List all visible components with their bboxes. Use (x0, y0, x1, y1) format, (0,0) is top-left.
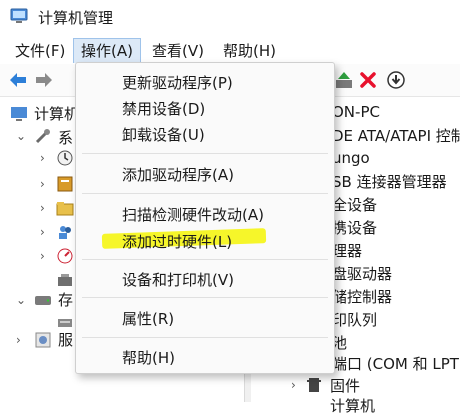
menu-item-properties[interactable]: 属性(R) (122, 308, 174, 329)
tree-root-label[interactable]: 计算机 (34, 103, 79, 124)
device-item[interactable]: 理器 (332, 240, 362, 261)
menu-item-disable-device[interactable]: 禁用设备(D) (122, 98, 205, 119)
window-title: 计算机管理 (38, 9, 114, 27)
chevron-right-icon[interactable]: › (40, 151, 45, 165)
device-item[interactable]: 固件 (330, 375, 360, 396)
menu-item-uninstall-device[interactable]: 卸载设备(U) (122, 124, 205, 145)
menu-item-devices-printers[interactable]: 设备和打印机(V) (122, 269, 234, 290)
device-item[interactable]: 储控制器 (332, 286, 392, 307)
device-item[interactable]: 印队列 (332, 309, 377, 330)
menu-item-help[interactable]: 帮助(H) (122, 347, 175, 368)
device-item[interactable]: DE ATA/ATAPI 控制 (332, 125, 460, 146)
chevron-right-icon[interactable]: › (40, 177, 45, 191)
menu-file[interactable]: 文件(F) (8, 39, 72, 63)
menu-item-scan-hardware[interactable]: 扫描检测硬件改动(A) (122, 204, 264, 225)
menu-item-add-legacy-hardware[interactable]: 添加过时硬件(L) (122, 231, 232, 252)
forward-arrow-icon[interactable] (34, 70, 54, 90)
menu-separator (82, 153, 328, 154)
event-viewer-icon (57, 176, 73, 192)
system-tools-icon (35, 129, 50, 144)
enable-device-icon[interactable] (334, 70, 354, 90)
menu-item-update-driver[interactable]: 更新驱动程序(P) (122, 72, 233, 93)
menu-action[interactable]: 操作(A) (73, 38, 141, 63)
menu-separator (82, 337, 328, 338)
chevron-right-icon[interactable]: › (40, 225, 45, 239)
chevron-right-icon[interactable]: › (40, 249, 45, 263)
chevron-right-icon[interactable]: › (16, 333, 21, 347)
chevron-down-icon[interactable]: ⌄ (16, 129, 26, 143)
delete-icon[interactable] (358, 70, 378, 90)
title-bar: 计算机管理 (0, 0, 460, 34)
firmware-icon (307, 378, 321, 392)
computer-icon (11, 107, 27, 121)
chevron-right-icon[interactable]: › (40, 201, 45, 215)
device-item[interactable]: 计算机 (330, 395, 375, 416)
action-dropdown-menu: 更新驱动程序(P) 禁用设备(D) 卸载设备(U) 添加驱动程序(A) 扫描检测… (75, 62, 335, 374)
back-arrow-icon[interactable] (8, 70, 28, 90)
device-item[interactable]: SB 连接器管理器 (332, 171, 447, 192)
shared-folders-icon (56, 202, 74, 216)
tree-system-label[interactable]: 系 (58, 127, 73, 148)
menu-help[interactable]: 帮助(H) (216, 39, 283, 63)
menu-separator (82, 193, 328, 194)
task-scheduler-icon (57, 150, 73, 166)
update-driver-icon[interactable] (386, 70, 406, 90)
device-item[interactable]: 盘驱动器 (332, 263, 392, 284)
chevron-down-icon[interactable]: ⌄ (16, 293, 26, 307)
device-manager-icon (58, 274, 72, 286)
services-icon (35, 332, 51, 348)
device-item[interactable]: 全设备 (332, 194, 377, 215)
computer-management-icon (10, 8, 28, 23)
performance-icon (57, 248, 73, 264)
device-item[interactable]: ungo (332, 149, 370, 167)
tree-services-label[interactable]: 服 (58, 329, 73, 350)
tree-storage-label[interactable]: 存 (58, 289, 73, 310)
device-item[interactable]: 携设备 (332, 217, 377, 238)
menu-separator (82, 297, 328, 298)
storage-icon (35, 296, 51, 305)
device-item[interactable]: ON-PC (332, 103, 380, 121)
menu-bar: 文件(F) 操作(A) 查看(V) 帮助(H) (0, 36, 460, 64)
menu-view[interactable]: 查看(V) (145, 39, 211, 63)
users-groups-icon (59, 226, 71, 239)
menu-item-add-driver[interactable]: 添加驱动程序(A) (122, 164, 234, 185)
device-item[interactable]: 端口 (COM 和 LPT) (332, 353, 460, 374)
chevron-right-icon[interactable]: › (291, 378, 296, 392)
menu-separator (82, 259, 328, 260)
